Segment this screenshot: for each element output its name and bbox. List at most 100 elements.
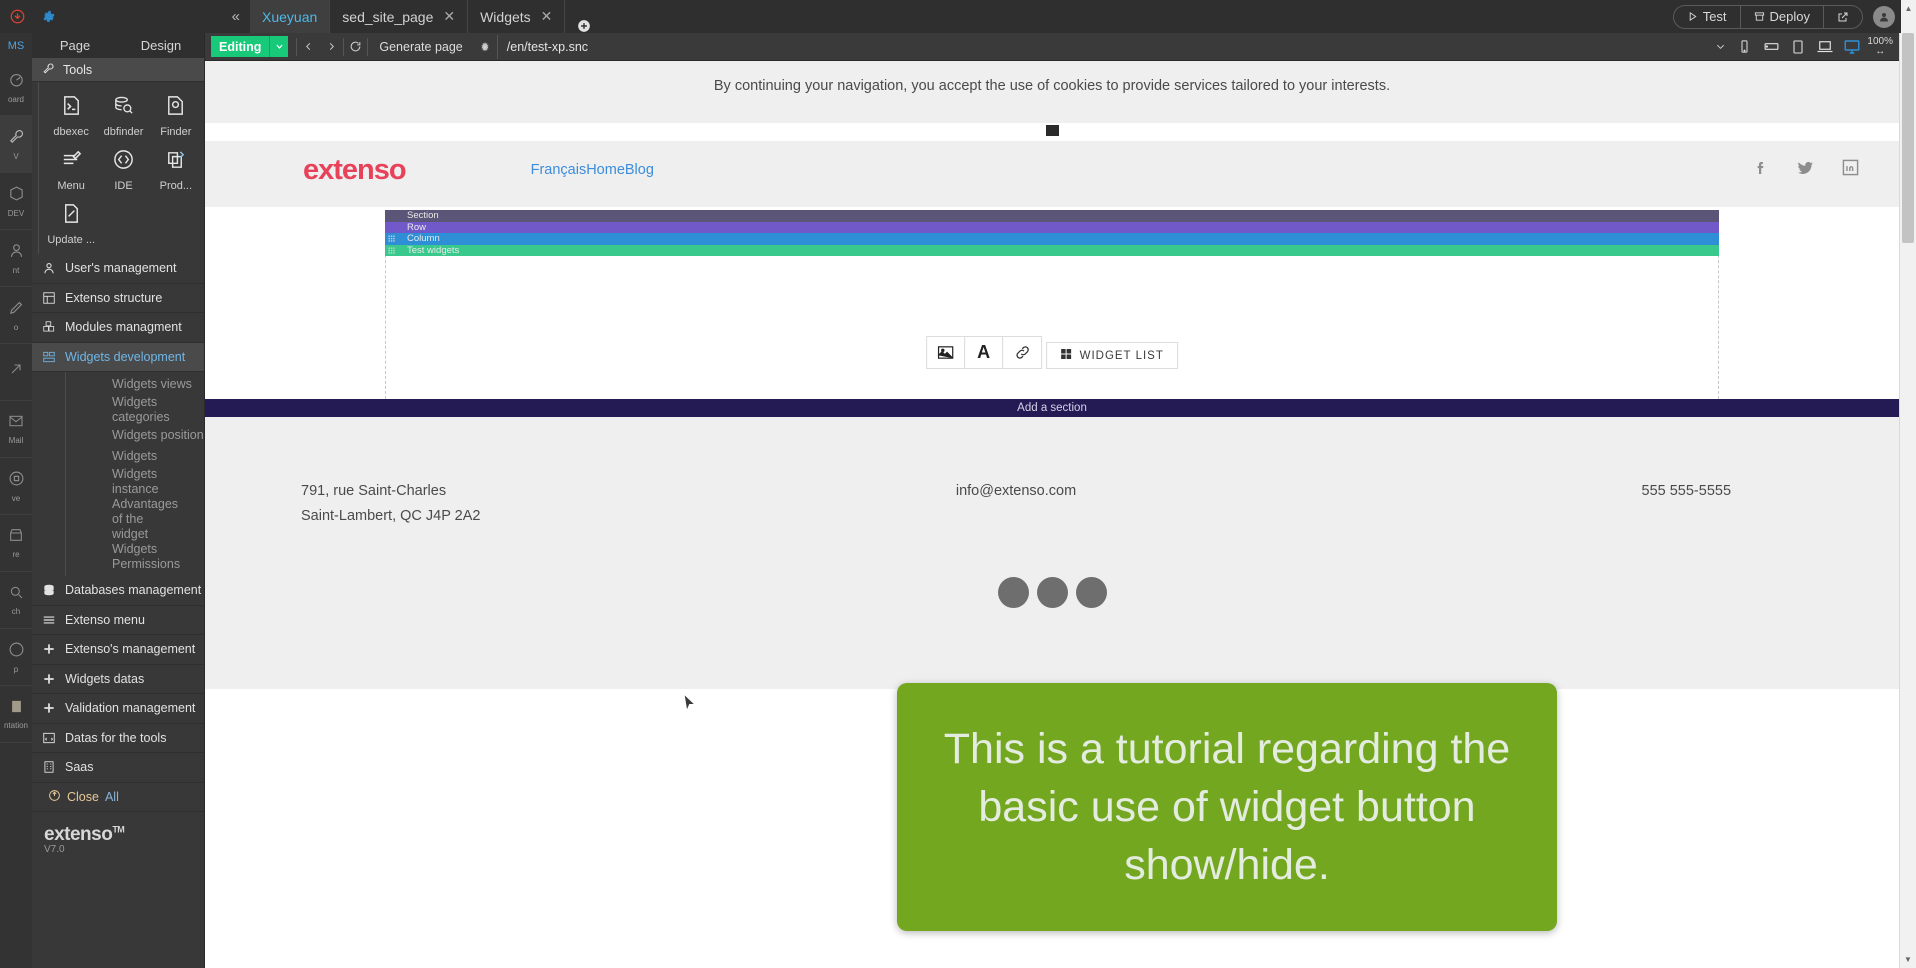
drag-grip-icon[interactable] [388, 235, 395, 242]
sidebar-subitem-widgets-permissions[interactable]: Widgets Permissions [66, 542, 204, 572]
deploy-button[interactable]: Deploy [1741, 5, 1824, 28]
structure-bar-column[interactable]: Column [385, 233, 1719, 245]
structure-bar-row[interactable]: Row [385, 221, 1719, 233]
rail-item-archive[interactable]: ve [0, 458, 32, 515]
tab-design[interactable]: Design [118, 33, 204, 58]
structure-bar-test-widgets[interactable]: Test widgets [385, 244, 1719, 256]
wrench-icon [8, 128, 25, 150]
mobile-landscape-icon[interactable] [1759, 35, 1783, 59]
sidebar-subitem-widgets-position[interactable]: Widgets position [66, 425, 204, 446]
footer-social-icon-2[interactable] [1036, 577, 1068, 608]
tab-page[interactable]: Page [32, 33, 118, 58]
desktop-icon[interactable] [1840, 35, 1864, 59]
sidebar-subitem-widgets-instance[interactable]: Widgets instance [66, 467, 204, 497]
add-tab-button[interactable] [565, 19, 603, 33]
forward-button[interactable] [320, 35, 343, 59]
rail-item-mail[interactable]: Mail [0, 401, 32, 458]
sidebar-item-widgets-datas[interactable]: Widgets datas [32, 665, 204, 694]
footer-social-icon-1[interactable] [997, 577, 1029, 608]
close-icon[interactable]: ✕ [541, 8, 553, 25]
back-button[interactable] [297, 35, 320, 59]
url-field[interactable]: /en/test-xp.snc [496, 34, 1710, 59]
footer-social-icon-3[interactable] [1075, 577, 1107, 608]
refresh-button[interactable] [344, 35, 367, 59]
tab-widgets[interactable]: Widgets ✕ [468, 0, 566, 33]
sidebar-item-users-management[interactable]: User's management [32, 254, 204, 284]
sidebar-item-modules-management[interactable]: Modules managment [32, 313, 204, 343]
widget-list-button[interactable]: WIDGET LIST [1046, 342, 1178, 369]
rail-item-store[interactable]: re [0, 515, 32, 572]
tool-dbexec[interactable]: dbexec [45, 88, 97, 142]
open-external-button[interactable] [1824, 6, 1862, 28]
laptop-icon[interactable] [1813, 35, 1837, 59]
zoom-level[interactable]: 100% ↔ [1867, 35, 1893, 57]
rail-item-account[interactable]: nt [0, 230, 32, 287]
rail-item-dev-cube[interactable]: DEV [0, 173, 32, 230]
drag-grip-icon[interactable] [388, 246, 395, 254]
gear-icon[interactable] [40, 8, 58, 26]
sidebar-subitem-advantages-of-the-widget[interactable]: Advantages of the widget [66, 497, 204, 542]
sidebar-item-extenso-structure[interactable]: Extenso structure [32, 284, 204, 313]
insert-link-button[interactable] [1003, 337, 1041, 368]
close-square-icon[interactable] [1045, 125, 1059, 136]
close-icon[interactable]: ✕ [443, 8, 455, 25]
cloud-download-icon[interactable] [8, 8, 26, 26]
mobile-portrait-icon[interactable] [1732, 35, 1756, 59]
tablet-icon[interactable] [1786, 35, 1810, 59]
close-all-button[interactable]: Close All [32, 783, 204, 812]
settings-gear-button[interactable] [474, 35, 497, 59]
cookie-text: By continuing your navigation, you accep… [713, 78, 1391, 94]
tool-finder[interactable]: Finder [150, 88, 202, 142]
scroll-up-arrow[interactable]: ▲ [1901, 0, 1916, 17]
sidebar-item-label: User's management [65, 261, 177, 276]
collapse-sidebar-button[interactable]: « [232, 8, 240, 25]
tool-ide[interactable]: IDE [97, 142, 149, 196]
sidebar-subitem-widgets-views[interactable]: Widgets views [66, 374, 204, 395]
rail-item-help[interactable]: p [0, 629, 32, 686]
rail-item-search[interactable]: ch [0, 572, 32, 629]
add-section-button[interactable]: Add a section [205, 399, 1899, 417]
facebook-icon[interactable] [1753, 159, 1769, 182]
sidebar-item-datas-for-the-tools[interactable]: Datas for the tools [32, 724, 204, 753]
sidebar-item-widgets-development[interactable]: Widgets development [32, 342, 204, 372]
rail-item-editor[interactable]: o [0, 287, 32, 344]
editing-mode-button[interactable]: Editing [211, 36, 270, 57]
structure-bar-section[interactable]: Section [385, 210, 1719, 222]
sidebar-item-saas[interactable]: Saas [32, 753, 204, 783]
rail-item-dashboard[interactable]: oard [0, 59, 32, 116]
tool-dbfinder[interactable]: dbfinder [97, 88, 149, 142]
sidebar-subitem-widgets[interactable]: Widgets [66, 446, 204, 467]
tool-label: dbfinder [103, 126, 144, 138]
footer-email[interactable]: info@extenso.com [778, 479, 1255, 529]
tool-update[interactable]: Update ... [45, 196, 97, 250]
insert-image-button[interactable] [927, 337, 966, 368]
rail-item-dev[interactable]: V [0, 116, 32, 173]
url-dropdown-icon[interactable] [1709, 35, 1732, 59]
twitter-icon[interactable] [1796, 159, 1815, 182]
store-icon [8, 527, 24, 548]
linkedin-icon[interactable] [1842, 159, 1859, 181]
sidebar-item-extensos-management[interactable]: Extenso's management [32, 635, 204, 665]
rail-item-documentation[interactable]: ntation [0, 686, 32, 743]
sidebar-item-databases-management[interactable]: Databases management [32, 576, 204, 606]
scrollbar-track[interactable] [1900, 33, 1916, 951]
tool-menu[interactable]: Menu [45, 142, 97, 196]
vertical-scrollbar[interactable]: ▼ [1899, 33, 1916, 968]
tool-label: Menu [57, 180, 85, 192]
site-nav-links[interactable]: FrançaisHomeBlog [531, 162, 654, 178]
scroll-down-arrow[interactable]: ▼ [1900, 951, 1916, 968]
chevron-down-icon[interactable] [269, 36, 289, 57]
tool-prod[interactable]: Prod... [150, 142, 202, 196]
sidebar-item-extenso-menu[interactable]: Extenso menu [32, 606, 204, 635]
tab-xueyuan[interactable]: Xueyuan [250, 0, 331, 33]
tab-sed-site-page[interactable]: sed_site_page ✕ [330, 0, 469, 33]
zoom-label: 100% [1867, 35, 1893, 47]
sidebar-item-validation-management[interactable]: Validation management [32, 694, 204, 724]
test-button[interactable]: Test [1674, 5, 1741, 28]
generate-page-button[interactable]: Generate page [368, 40, 473, 54]
scrollbar-thumb[interactable] [1902, 33, 1914, 243]
sidebar-subitem-widgets-categories[interactable]: Widgets categories [66, 395, 204, 425]
avatar[interactable] [1873, 5, 1895, 28]
insert-text-button[interactable]: A [965, 337, 1004, 368]
rail-item-share[interactable] [0, 344, 32, 401]
